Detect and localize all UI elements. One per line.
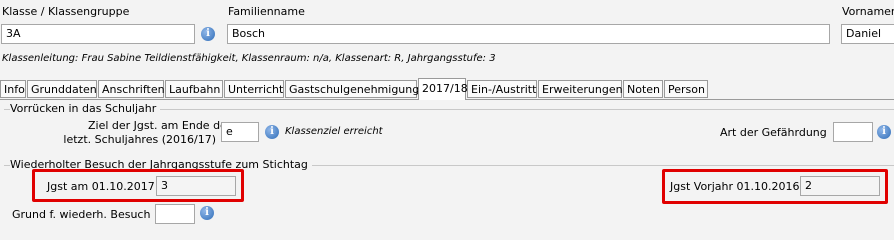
tab-2017-18[interactable]: 2017/18 (418, 78, 468, 100)
tab-ein-austritt[interactable]: Ein-/Austritt (467, 80, 537, 98)
ziel-hint: Klassenziel erreicht (285, 126, 383, 137)
tab-divider (0, 99, 418, 100)
klasse-label: Klasse / Klassengruppe (2, 5, 130, 18)
vorname-field[interactable]: Daniel (841, 24, 894, 44)
tab-bar: Info Grunddaten Anschriften Laufbahn Unt… (0, 78, 894, 100)
gefaehrdung-label: Art der Gefährdung (720, 126, 827, 139)
tab-erweiterungen[interactable]: Erweiterungen (538, 80, 623, 98)
klasse-info-icon[interactable]: i (201, 27, 215, 41)
vorruecken-group-title: Vorrücken in das Schuljahr (10, 102, 161, 115)
tab-laufbahn[interactable]: Laufbahn (165, 80, 223, 98)
ziel-field[interactable]: e (221, 122, 259, 142)
tab-unterricht[interactable]: Unterricht (224, 80, 284, 98)
tab-divider (466, 99, 894, 100)
ziel-info-icon[interactable]: i (265, 125, 279, 139)
jgst-highlight-box (32, 169, 244, 202)
vorjahr-highlight-box (662, 169, 888, 204)
tab-grunddaten[interactable]: Grunddaten (27, 80, 97, 98)
gefaehrdung-field[interactable] (833, 122, 873, 142)
grund-field[interactable] (155, 204, 195, 224)
tab-person[interactable]: Person (664, 80, 708, 98)
gefaehrdung-info-icon[interactable]: i (877, 125, 891, 139)
klassenleitung-text: Klassenleitung: Frau Sabine Teildienstfä… (2, 53, 496, 64)
familienname-label: Familienname (228, 5, 305, 18)
tab-noten[interactable]: Noten (623, 80, 663, 98)
vorname-label: Vornamen (842, 5, 894, 18)
tab-info[interactable]: Info (0, 80, 26, 98)
grund-info-icon[interactable]: i (200, 206, 214, 220)
klasse-field[interactable]: 3A (1, 24, 195, 44)
tab-gastschulgenehmigung[interactable]: Gastschulgenehmigung (285, 80, 419, 98)
ziel-label-line1: Ziel der Jgst. am Ende des (88, 119, 233, 132)
familienname-field[interactable]: Bosch (227, 24, 830, 44)
grund-label: Grund f. wiederh. Besuch (12, 208, 151, 221)
ziel-label-line2: letzt. Schuljahres (2016/17) (63, 133, 216, 146)
tab-anschriften[interactable]: Anschriften (98, 80, 165, 98)
